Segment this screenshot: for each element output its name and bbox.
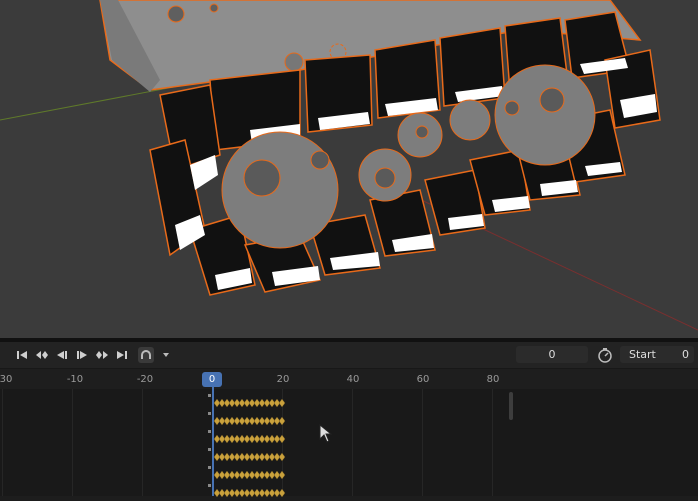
mouse-cursor-icon [319,423,333,448]
stopwatch-icon[interactable] [597,347,613,363]
prev-keyframe-icon[interactable] [34,347,50,363]
grid-line [2,389,3,496]
channel-marker [208,484,211,487]
keyframe-row[interactable] [213,410,286,426]
frame-ruler[interactable]: 30 -10 -20 20 40 60 80 [0,369,698,389]
keyframe-row[interactable] [213,446,286,462]
channel-marker [208,394,211,397]
channel-marker [208,412,211,415]
current-frame-value: 0 [548,348,556,361]
keying-dropdown-icon[interactable] [158,347,174,363]
jump-to-end-icon[interactable] [114,347,130,363]
keyframe-row[interactable] [213,392,286,408]
tick-label: 30 [0,374,13,385]
grid-line [422,389,423,496]
keyframe-area[interactable] [0,389,698,496]
grid-line [142,389,143,496]
3d-viewport[interactable] [0,0,698,338]
jump-to-start-icon[interactable] [14,347,30,363]
tick-label: 40 [346,374,360,385]
current-frame-marker-label: 0 [208,374,216,385]
keyframe-row[interactable] [213,482,286,498]
current-frame-field[interactable]: 0 [516,346,588,363]
grid-line [352,389,353,496]
timeline-header: 0 Start 0 [0,342,698,369]
keyframe-row[interactable] [213,464,286,480]
tick-label: 20 [276,374,290,385]
channel-marker [208,430,211,433]
channel-marker [208,466,211,469]
tick-label: 80 [486,374,500,385]
grid-line [492,389,493,496]
next-keyframe-icon[interactable] [94,347,110,363]
start-frame-field[interactable]: Start 0 [620,346,694,363]
start-value: 0 [682,348,689,361]
vertical-scrollbar[interactable] [509,392,513,420]
auto-keying-icon[interactable] [138,347,154,363]
play-reverse-icon[interactable] [54,347,70,363]
viewport-scene [0,0,698,338]
tick-label: 60 [416,374,430,385]
keyframe-row[interactable] [213,428,286,444]
current-frame-marker[interactable]: 0 [202,372,222,387]
tick-label: -20 [136,374,154,385]
play-icon[interactable] [74,347,90,363]
start-label: Start [629,348,656,361]
channel-marker [208,448,211,451]
grid-line [72,389,73,496]
tick-label: -10 [66,374,84,385]
